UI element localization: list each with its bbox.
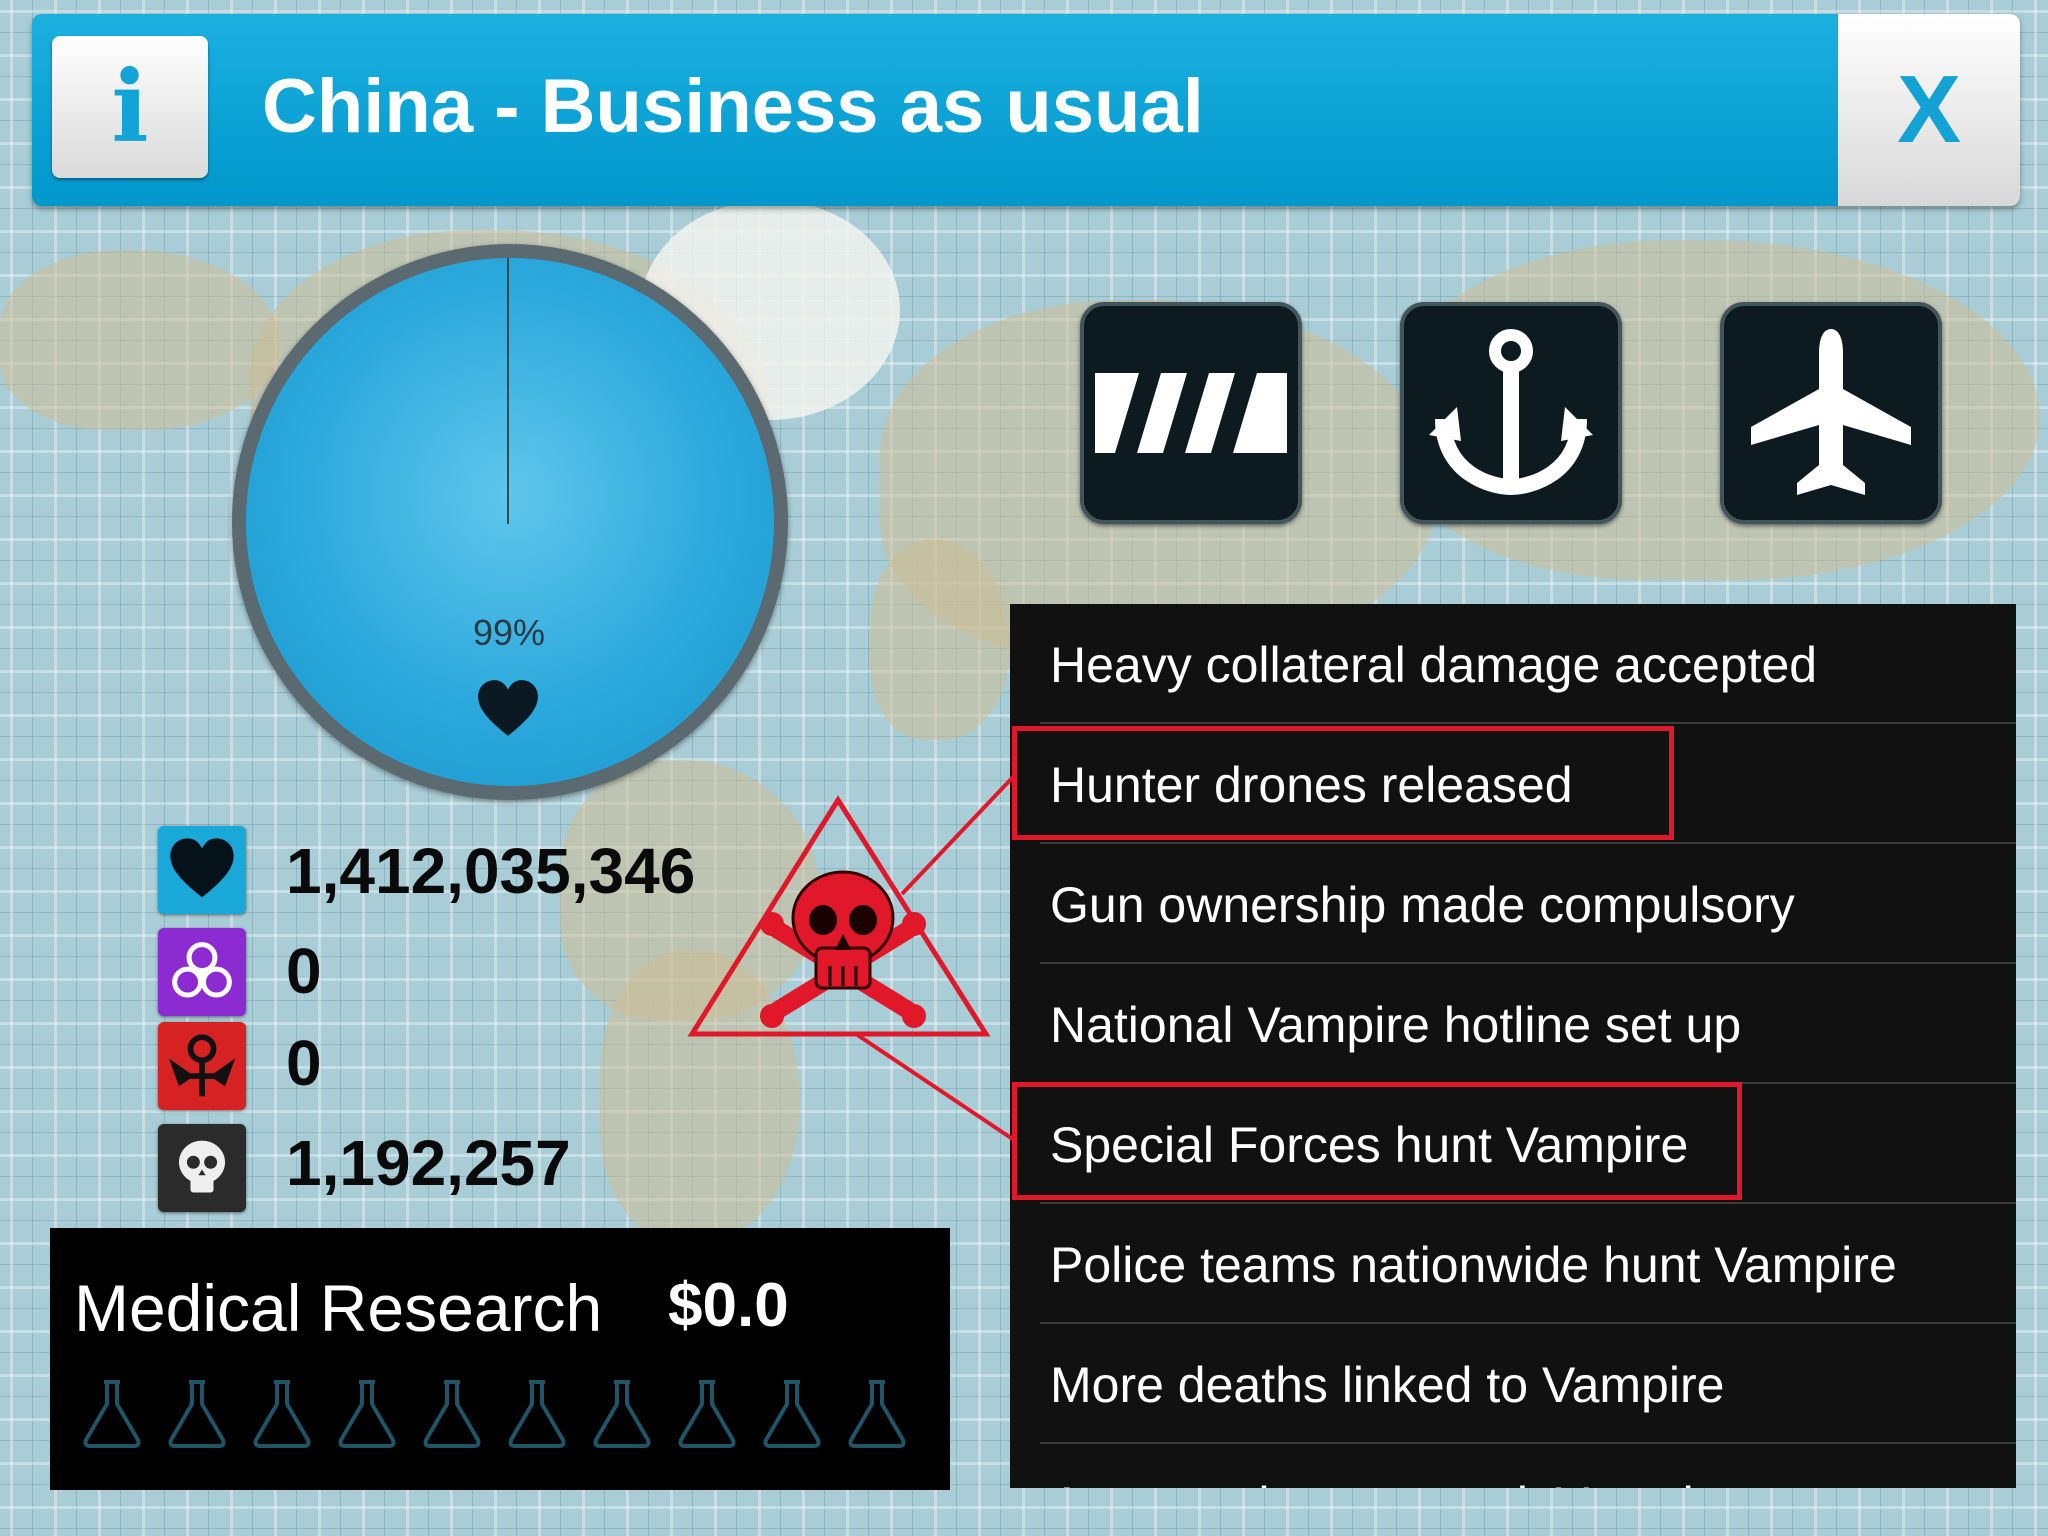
warning-annotation <box>687 774 1016 1142</box>
